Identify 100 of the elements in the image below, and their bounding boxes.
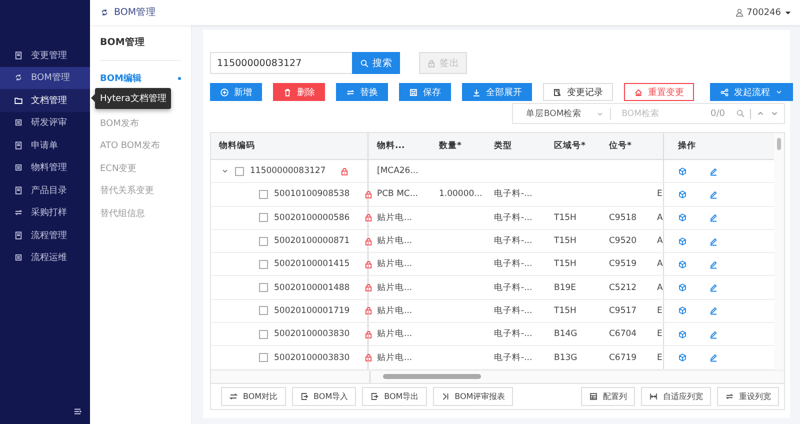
cube-icon[interactable] bbox=[678, 213, 687, 222]
table-cell: B14G bbox=[554, 329, 578, 340]
checkbox[interactable] bbox=[259, 283, 268, 292]
table-cell: 贴片电... bbox=[377, 328, 412, 340]
sidebar-item[interactable]: 流程运维 bbox=[0, 246, 90, 269]
material-code: 50020100001415 bbox=[274, 259, 350, 270]
footer-button[interactable]: BOM导入 bbox=[292, 386, 356, 406]
material-code: 50020100001719 bbox=[274, 306, 350, 316]
cube-icon[interactable] bbox=[678, 260, 687, 269]
submenu-item[interactable]: BOM编辑 bbox=[100, 67, 181, 90]
scope-select[interactable]: 单层BOM检索 bbox=[526, 108, 611, 120]
chevron-down-icon[interactable] bbox=[770, 109, 779, 118]
footer-button[interactable]: 重设列宽 bbox=[717, 386, 779, 406]
footer-button[interactable]: 自适应列宽 bbox=[641, 386, 711, 406]
user-name[interactable]: 700246 bbox=[746, 8, 781, 18]
edit-icon[interactable] bbox=[709, 190, 718, 199]
table-cell: PCB MC... bbox=[377, 189, 418, 200]
table-cell: 贴片电... bbox=[377, 258, 412, 270]
search-button[interactable]: 搜索 bbox=[352, 52, 400, 74]
chevron-down-icon[interactable] bbox=[221, 167, 229, 176]
sidebar-item[interactable]: 物料管理 bbox=[0, 156, 90, 179]
action-button[interactable]: 发起流程 bbox=[710, 83, 793, 101]
sidebar-item[interactable]: 变更管理 bbox=[0, 44, 90, 66]
sidebar-item[interactable]: 流程管理 bbox=[0, 224, 90, 246]
table-cell: C9518 bbox=[609, 212, 637, 223]
cube-icon[interactable] bbox=[678, 283, 687, 292]
edit-icon[interactable] bbox=[709, 330, 718, 339]
table-cell: T15H bbox=[554, 212, 576, 223]
sidebar-item[interactable]: 申请单 bbox=[0, 134, 90, 156]
table-cell: C6704 bbox=[609, 329, 637, 340]
sidebar-item[interactable]: 采购打样 bbox=[0, 202, 90, 224]
collapse-menu-icon[interactable] bbox=[73, 407, 82, 416]
checkbox[interactable] bbox=[259, 190, 268, 199]
action-button[interactable]: 全部展开 bbox=[462, 83, 532, 101]
table-cell: C6719 bbox=[609, 352, 637, 363]
table-cell: 电子料-... bbox=[494, 282, 532, 294]
footer-button[interactable]: BOM导出 bbox=[362, 386, 427, 406]
checkbox[interactable] bbox=[259, 236, 268, 246]
column-header: 区域号* bbox=[553, 140, 586, 153]
table-cell: [MCA26... bbox=[377, 166, 418, 176]
search-field[interactable]: 11500000083127 bbox=[210, 52, 352, 74]
cube-icon[interactable] bbox=[678, 306, 687, 316]
table-cell: A bbox=[657, 282, 663, 293]
active-dot bbox=[178, 77, 181, 80]
edit-icon[interactable] bbox=[709, 283, 718, 292]
vertical-scrollbar[interactable] bbox=[774, 133, 784, 370]
action-button[interactable]: 新增 bbox=[210, 83, 262, 101]
chevron-down-icon bbox=[596, 110, 604, 118]
swap-icon bbox=[725, 392, 734, 401]
swap-icon bbox=[14, 208, 23, 218]
action-button[interactable]: 替换 bbox=[336, 83, 388, 101]
cube-icon[interactable] bbox=[678, 330, 687, 339]
action-button[interactable]: 变更记录 bbox=[543, 83, 613, 101]
document-icon bbox=[14, 253, 23, 262]
cube-icon[interactable] bbox=[678, 166, 687, 176]
table-cell: 贴片电... bbox=[377, 304, 412, 317]
checkbox[interactable] bbox=[259, 353, 268, 362]
breadcrumb[interactable]: BOM管理 bbox=[114, 6, 156, 19]
table-cell: C9519 bbox=[609, 259, 637, 270]
document-icon bbox=[14, 230, 23, 240]
box-icon bbox=[14, 163, 23, 172]
sidebar-item[interactable]: BOM管理 bbox=[0, 66, 90, 89]
table-cell: C9520 bbox=[609, 236, 637, 246]
edit-icon[interactable] bbox=[709, 353, 718, 362]
table-cell: 电子料-... bbox=[494, 352, 532, 364]
chevron-up-icon[interactable] bbox=[756, 109, 765, 118]
footer-button[interactable]: 配置列 bbox=[581, 386, 635, 406]
material-code: 50020100000871 bbox=[274, 236, 350, 246]
sidebar-item[interactable]: 研发评审 bbox=[0, 112, 90, 134]
checkbox[interactable] bbox=[259, 213, 268, 222]
material-code: 50020100001488 bbox=[274, 282, 350, 293]
compare-icon bbox=[229, 392, 238, 401]
submenu-title: BOM管理 bbox=[100, 25, 181, 61]
checkbox[interactable] bbox=[235, 166, 244, 176]
table-cell: A bbox=[657, 236, 663, 246]
horizontal-scrollbar[interactable] bbox=[383, 374, 481, 380]
edit-icon[interactable] bbox=[709, 260, 718, 269]
sidebar-item[interactable]: 产品目录 bbox=[0, 179, 90, 202]
edit-icon[interactable] bbox=[709, 166, 718, 176]
action-button[interactable]: 重置变更 bbox=[624, 83, 694, 101]
edit-icon[interactable] bbox=[709, 236, 718, 246]
search-icon[interactable] bbox=[736, 109, 745, 118]
sidebar-item[interactable]: 文档管理 bbox=[0, 89, 90, 112]
checkbox[interactable] bbox=[259, 306, 268, 316]
table-cell: C5212 bbox=[609, 282, 637, 293]
table-cell: B13G bbox=[554, 352, 578, 363]
cube-icon[interactable] bbox=[678, 190, 687, 199]
edit-icon[interactable] bbox=[709, 306, 718, 316]
footer-button[interactable]: BOM对比 bbox=[221, 386, 286, 406]
table-cell: 贴片电... bbox=[377, 352, 412, 364]
action-button[interactable]: 保存 bbox=[399, 83, 451, 101]
cube-icon[interactable] bbox=[678, 353, 687, 362]
document-icon bbox=[14, 140, 23, 150]
action-button[interactable]: 删除 bbox=[273, 83, 325, 101]
footer-button[interactable]: BOM评审报表 bbox=[432, 386, 514, 406]
checkbox[interactable] bbox=[259, 260, 268, 269]
cube-icon[interactable] bbox=[678, 236, 687, 246]
chevron-down-icon bbox=[775, 88, 783, 96]
edit-icon[interactable] bbox=[709, 213, 718, 222]
checkbox[interactable] bbox=[259, 330, 268, 339]
